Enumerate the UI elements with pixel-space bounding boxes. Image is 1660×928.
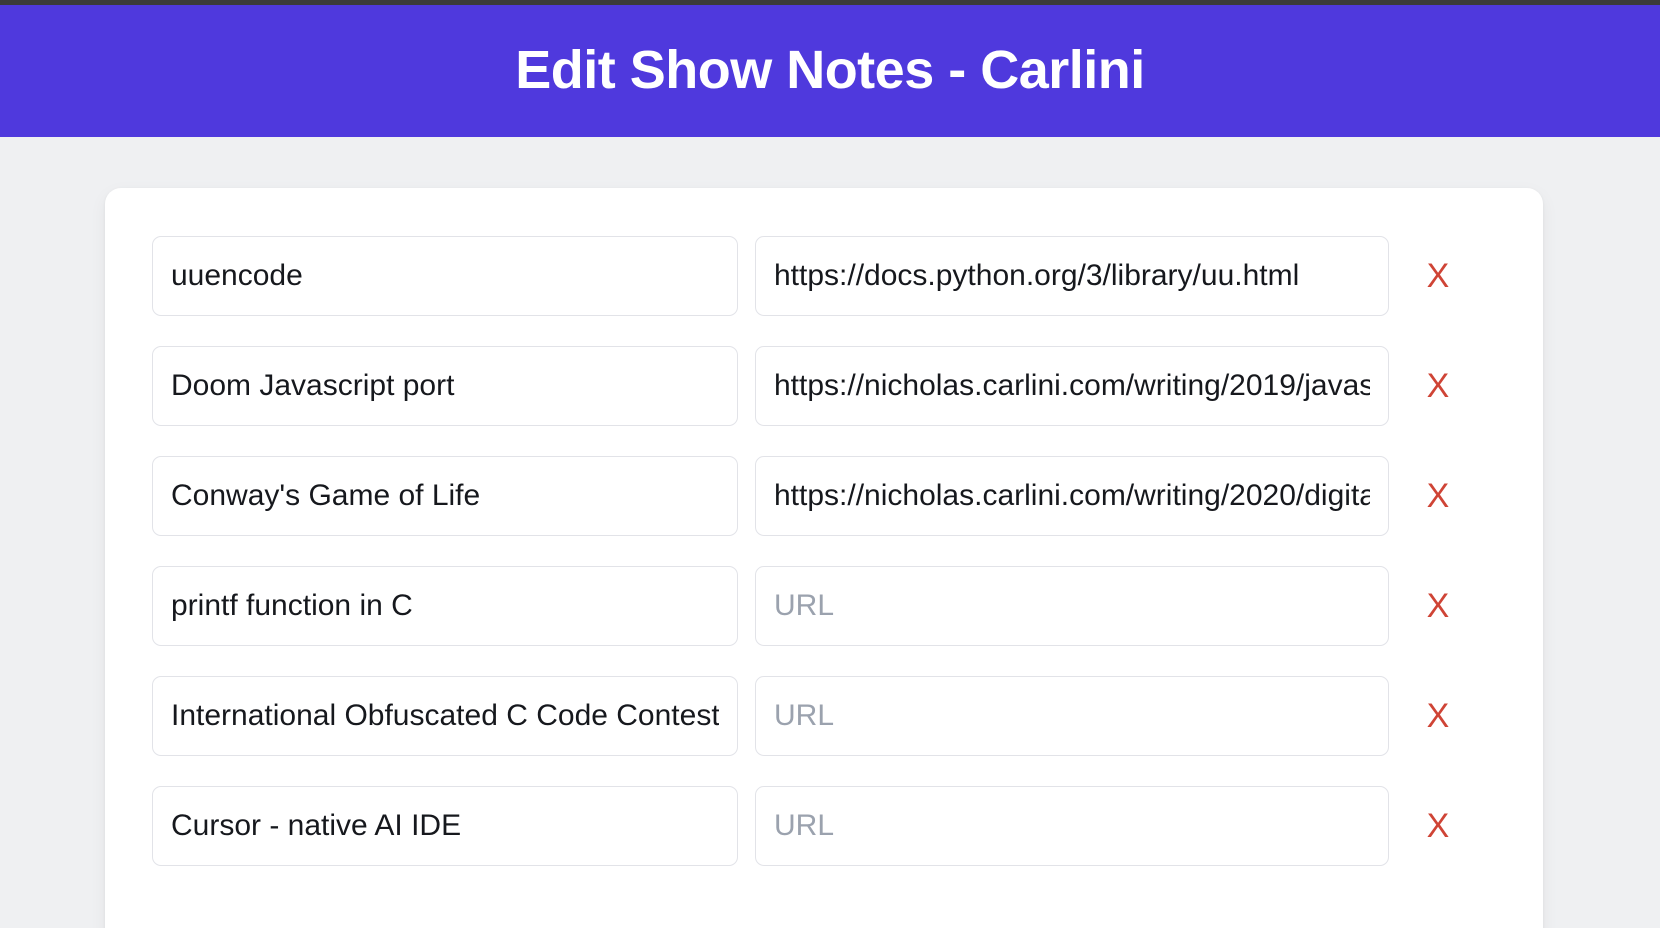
app-root: Edit Show Notes - Carlini XXXXXX — [0, 0, 1660, 928]
delete-row-button[interactable]: X — [1417, 566, 1459, 646]
note-url-input[interactable] — [755, 566, 1389, 646]
note-url-input[interactable] — [755, 676, 1389, 756]
show-note-row: X — [152, 676, 1497, 756]
delete-row-button[interactable]: X — [1417, 346, 1459, 426]
note-url-input[interactable] — [755, 786, 1389, 866]
show-note-row: X — [152, 346, 1497, 426]
note-name-input[interactable] — [152, 676, 738, 756]
note-name-input[interactable] — [152, 236, 738, 316]
note-url-input[interactable] — [755, 346, 1389, 426]
note-url-input[interactable] — [755, 456, 1389, 536]
delete-row-button[interactable]: X — [1417, 236, 1459, 316]
show-notes-card: XXXXXX — [105, 188, 1543, 928]
note-name-input[interactable] — [152, 456, 738, 536]
show-note-row: X — [152, 456, 1497, 536]
note-name-input[interactable] — [152, 346, 738, 426]
page-header: Edit Show Notes - Carlini — [0, 5, 1660, 137]
note-name-input[interactable] — [152, 566, 738, 646]
show-note-row: X — [152, 786, 1497, 866]
show-note-row: X — [152, 236, 1497, 316]
show-notes-rows: XXXXXX — [152, 236, 1497, 866]
show-note-row: X — [152, 566, 1497, 646]
note-name-input[interactable] — [152, 786, 738, 866]
page-title: Edit Show Notes - Carlini — [515, 40, 1145, 101]
delete-row-button[interactable]: X — [1417, 676, 1459, 756]
note-url-input[interactable] — [755, 236, 1389, 316]
delete-row-button[interactable]: X — [1417, 456, 1459, 536]
delete-row-button[interactable]: X — [1417, 786, 1459, 866]
